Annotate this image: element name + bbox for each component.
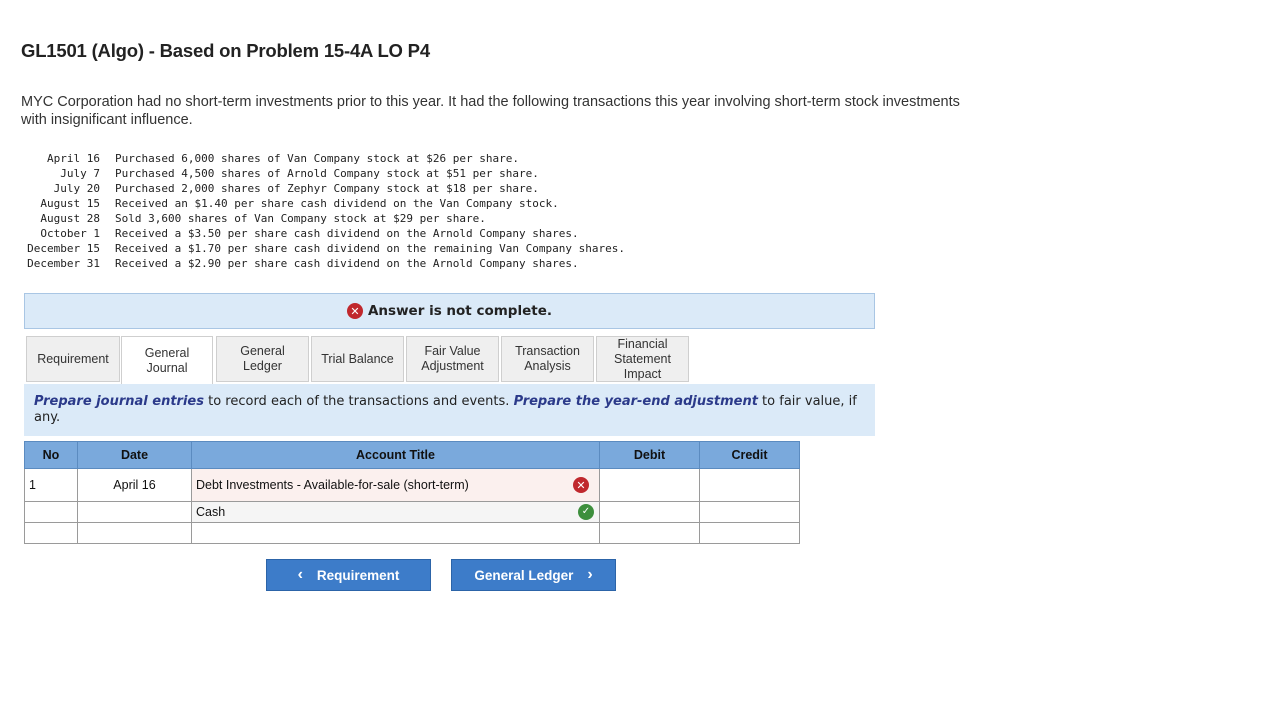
account-title-cell[interactable]: Debt Investments - Available-for-sale (s… <box>191 468 600 502</box>
tab-label: Fair Value Adjustment <box>421 344 484 373</box>
x-circle-icon: ✕ <box>346 303 363 319</box>
entry-date <box>77 501 192 523</box>
check-icon: ✓ <box>578 504 594 520</box>
transaction-date: August 15 <box>40 197 100 210</box>
instructions: Prepare journal entries to record each o… <box>24 384 875 436</box>
transaction-date: October 1 <box>40 227 100 240</box>
entry-number <box>24 522 78 544</box>
transaction-list: April 16 Purchased 6,000 shares of Van Co… <box>21 151 625 271</box>
tab-label: Transaction Analysis <box>515 344 580 373</box>
instruction-text: to record each of the transactions and e… <box>203 394 514 409</box>
transaction-desc: Sold 3,600 shares of Van Company stock a… <box>115 212 486 225</box>
transaction-date: April 16 <box>47 152 100 165</box>
entry-number: 1 <box>24 468 78 502</box>
transaction-date: July 20 <box>53 182 100 195</box>
next-general-ledger-button[interactable]: General Ledger › <box>451 559 616 591</box>
debit-input[interactable] <box>599 501 700 523</box>
chevron-left-icon: ‹ <box>297 566 303 583</box>
journal-table: No Date Account Title Debit Credit 1 Apr… <box>24 441 800 544</box>
transaction-row: July 7 Purchased 4,500 shares of Arnold C… <box>21 166 625 181</box>
debit-input[interactable] <box>599 468 700 502</box>
tab-transaction-analysis[interactable]: Transaction Analysis <box>501 336 594 382</box>
table-row <box>24 522 800 544</box>
account-title: Cash <box>196 505 226 519</box>
tab-fair-value-adjustment[interactable]: Fair Value Adjustment <box>406 336 499 382</box>
account-title-cell[interactable]: Cash ✓ <box>191 501 600 523</box>
table-row: 1 April 16 Debt Investments - Available-… <box>24 468 800 502</box>
tab-label: General Journal <box>144 345 190 375</box>
entry-date <box>77 522 192 544</box>
transaction-date: July 7 <box>60 167 100 180</box>
tab-general-ledger[interactable]: General Ledger <box>216 336 309 382</box>
transaction-row: August 28 Sold 3,600 shares of Van Compan… <box>21 211 625 226</box>
transaction-desc: Received an $1.40 per share cash dividen… <box>115 197 559 210</box>
tab-label: General Ledger <box>240 344 285 373</box>
column-header-date: Date <box>77 441 192 469</box>
prev-requirement-button[interactable]: ‹ Requirement <box>266 559 431 591</box>
answer-status-text: Answer is not complete. <box>367 303 552 319</box>
credit-input[interactable] <box>699 522 800 544</box>
transaction-row: December 15 Received a $1.70 per share ca… <box>21 241 625 256</box>
transaction-row: August 15 Received an $1.40 per share cas… <box>21 196 625 211</box>
chevron-right-icon: › <box>587 566 593 583</box>
transaction-date: December 31 <box>27 257 100 270</box>
entry-date: April 16 <box>77 468 192 502</box>
transaction-desc: Received a $3.50 per share cash dividend… <box>115 227 579 240</box>
tab-trial-balance[interactable]: Trial Balance <box>311 336 404 382</box>
transaction-row: April 16 Purchased 6,000 shares of Van Co… <box>21 151 625 166</box>
page-title: GL1501 (Algo) - Based on Problem 15-4A L… <box>21 40 430 61</box>
column-header-debit: Debit <box>599 441 700 469</box>
instruction-emphasis: Prepare the year-end adjustment <box>513 394 758 409</box>
transaction-date: August 28 <box>40 212 100 225</box>
column-header-credit: Credit <box>699 441 800 469</box>
transaction-desc: Purchased 2,000 shares of Zephyr Company… <box>115 182 539 195</box>
tab-requirement[interactable]: Requirement <box>26 336 120 382</box>
instruction-emphasis: Prepare journal entries <box>34 394 204 409</box>
table-row: Cash ✓ <box>24 501 800 523</box>
tab-label: Financial Statement Impact <box>614 336 671 381</box>
account-title-cell[interactable] <box>191 522 600 544</box>
tab-financial-statement-impact[interactable]: Financial Statement Impact <box>596 336 689 382</box>
transaction-desc: Purchased 4,500 shares of Arnold Company… <box>115 167 539 180</box>
journal-header-row: No Date Account Title Debit Credit <box>24 441 800 469</box>
account-title: Debt Investments - Available-for-sale (s… <box>196 478 469 492</box>
answer-status-banner: ✕ Answer is not complete. <box>24 293 875 329</box>
transaction-row: October 1 Received a $3.50 per share cash… <box>21 226 625 241</box>
tab-general-journal[interactable]: General Journal <box>121 336 213 384</box>
column-header-account-title: Account Title <box>191 441 600 469</box>
transaction-desc: Received a $2.90 per share cash dividend… <box>115 257 579 270</box>
transaction-date: December 15 <box>27 242 100 255</box>
next-button-label: General Ledger <box>474 567 574 583</box>
entry-number <box>24 501 78 523</box>
problem-intro: MYC Corporation had no short-term invest… <box>21 94 960 128</box>
column-header-no: No <box>24 441 78 469</box>
credit-input[interactable] <box>699 501 800 523</box>
transaction-row: December 31 Received a $2.90 per share ca… <box>21 256 625 271</box>
debit-input[interactable] <box>599 522 700 544</box>
credit-input[interactable] <box>699 468 800 502</box>
incorrect-icon: ✕ <box>573 477 589 493</box>
transaction-row: July 20 Purchased 2,000 shares of Zephyr … <box>21 181 625 196</box>
transaction-desc: Purchased 6,000 shares of Van Company st… <box>115 152 519 165</box>
transaction-desc: Received a $1.70 per share cash dividend… <box>115 242 625 255</box>
prev-button-label: Requirement <box>316 567 400 583</box>
